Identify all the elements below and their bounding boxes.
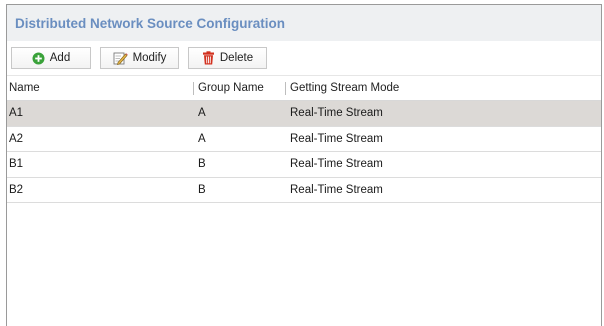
cell-stream-mode: Real-Time Stream (290, 132, 383, 145)
table-row[interactable]: A1 A Real-Time Stream (7, 101, 601, 127)
cell-group: A (198, 107, 206, 120)
table-header: Name Group Name Getting Stream Mode (7, 75, 601, 101)
cell-stream-mode: Real-Time Stream (290, 183, 383, 196)
column-header-stream-mode-label: Getting Stream Mode (290, 82, 400, 94)
modify-button[interactable]: Modify (100, 47, 179, 69)
panel-title: Distributed Network Source Configuration (15, 15, 286, 31)
delete-button-label: Delete (219, 52, 254, 64)
pencil-icon (113, 51, 128, 65)
table-row[interactable]: B1 B Real-Time Stream (7, 152, 601, 178)
cell-group: B (198, 183, 206, 196)
column-header-name[interactable]: Name (7, 76, 193, 100)
cell-stream-mode: Real-Time Stream (290, 158, 383, 171)
config-panel: Distributed Network Source Configuration… (6, 4, 602, 326)
table-row[interactable]: B2 B Real-Time Stream (7, 178, 601, 203)
column-separator (285, 81, 286, 95)
toolbar: Add Modify Delete (7, 41, 601, 75)
trash-icon (202, 51, 215, 65)
add-button-label: Add (49, 52, 71, 64)
column-header-name-label: Name (9, 82, 40, 94)
column-header-group-name[interactable]: Group Name (193, 76, 285, 100)
cell-name: A2 (9, 132, 24, 145)
title-bar: Distributed Network Source Configuration (7, 5, 601, 41)
cell-name: B1 (9, 158, 24, 171)
plus-circle-icon (32, 52, 45, 65)
cell-group: A (198, 132, 206, 145)
add-button[interactable]: Add (11, 47, 91, 69)
cell-name: B2 (9, 183, 24, 196)
table-row[interactable]: A2 A Real-Time Stream (7, 127, 601, 152)
column-header-stream-mode[interactable]: Getting Stream Mode (285, 76, 601, 100)
column-separator (193, 81, 194, 95)
cell-stream-mode: Real-Time Stream (290, 107, 383, 120)
delete-button[interactable]: Delete (188, 47, 267, 69)
cell-name: A1 (9, 107, 24, 120)
source-table: Name Group Name Getting Stream Mode A1 A… (7, 75, 601, 203)
modify-button-label: Modify (132, 52, 167, 64)
column-header-group-name-label: Group Name (198, 82, 264, 94)
cell-group: B (198, 158, 206, 171)
